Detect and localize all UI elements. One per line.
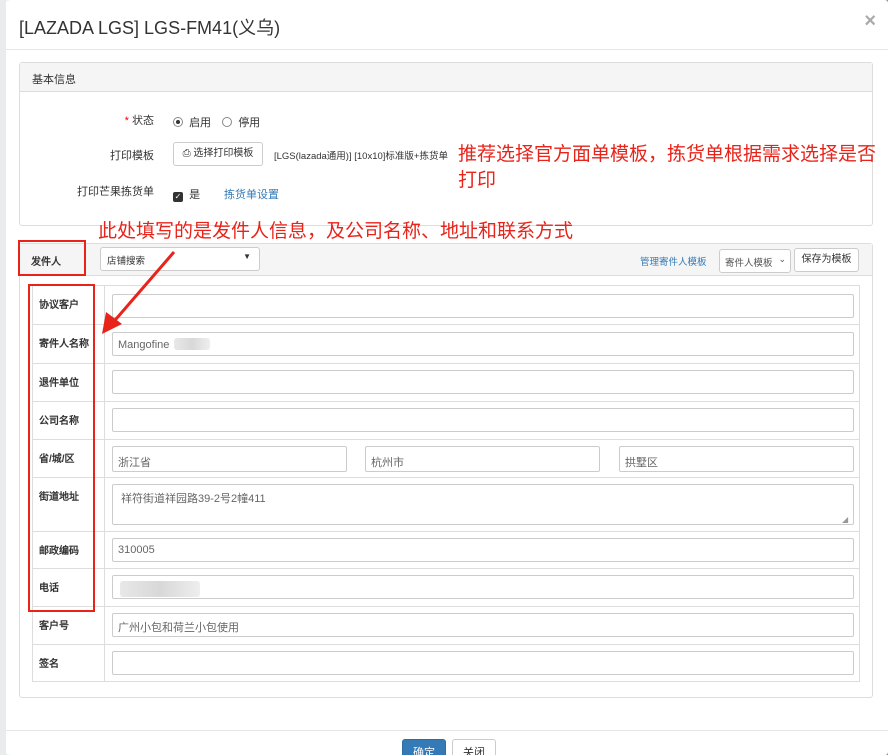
row-region: 省/城/区 浙江省 杭州市 拱墅区	[33, 440, 859, 478]
modal-footer: 确定 关闭	[6, 730, 888, 755]
sender-template-select[interactable]: 寄件人模板 ⌄	[719, 249, 791, 273]
district-input[interactable]: 拱墅区	[619, 446, 854, 472]
annotation-box-labels	[28, 284, 95, 612]
annotation-tip-sender: 此处填写的是发件人信息，及公司名称、地址和联系方式	[98, 220, 574, 242]
print-pick-checkbox[interactable]: ✓	[173, 192, 183, 202]
caret-down-icon: ▼	[243, 252, 251, 261]
sender-template-select-label: 寄件人模板	[725, 258, 773, 269]
signature-label: 签名	[33, 645, 105, 681]
redacted-block-phone	[120, 581, 200, 597]
signature-input[interactable]	[112, 651, 854, 675]
status-radio-group: 启用 停用	[173, 114, 260, 130]
phone-input[interactable]	[112, 575, 854, 599]
province-input[interactable]: 浙江省	[112, 446, 347, 472]
row-customer-no: 客户号 广州小包和荷兰小包使用	[33, 607, 859, 645]
chevron-down-icon: ⌄	[778, 254, 786, 264]
status-on-label: 启用	[189, 117, 212, 129]
close-button[interactable]: 关闭	[452, 739, 496, 755]
template-value: [LGS(lazada通用)] [10x10]标准版+拣货单	[274, 151, 448, 162]
select-template-button[interactable]: ⎙ 选择打印模板	[173, 142, 263, 166]
sender-name-value: Mangofine	[118, 339, 170, 351]
agreement-customer-input[interactable]	[112, 294, 854, 318]
street-textarea[interactable]: 祥符街道祥园路39-2号2幢411	[112, 484, 854, 525]
annotation-box-sender	[18, 240, 86, 276]
sender-name-input[interactable]: Mangofine	[112, 332, 854, 356]
row-street: 街道地址 祥符街道祥园路39-2号2幢411 ◢	[33, 478, 859, 532]
row-phone: 电话	[33, 569, 859, 607]
annotation-tip-template: 推荐选择官方面单模板，拣货单根据需求选择是否打印	[458, 143, 877, 191]
sender-form-grid: 协议客户 寄件人名称 Mangofine 退件单位 公司名称 省/城/区 浙江省…	[32, 285, 860, 682]
return-unit-input[interactable]	[112, 370, 854, 394]
status-off-label: 停用	[238, 117, 261, 129]
pick-settings-link[interactable]: 拣货单设置	[224, 186, 279, 202]
close-icon[interactable]: ×	[864, 10, 876, 33]
city-input[interactable]: 杭州市	[365, 446, 600, 472]
modal-dialog: [LAZADA LGS] LGS-FM41(义乌) × 基本信息 * 状态 启用…	[6, 0, 888, 755]
printer-icon: ⎙	[182, 148, 191, 159]
manage-template-link[interactable]: 管理寄件人模板	[640, 254, 707, 268]
print-pick-checkbox-group: ✓ 是	[173, 186, 200, 202]
status-on-radio[interactable]	[173, 117, 183, 127]
postcode-input[interactable]: 310005	[112, 538, 854, 562]
customer-no-input[interactable]: 广州小包和荷兰小包使用	[112, 613, 854, 637]
panel-heading-basic: 基本信息	[20, 63, 872, 92]
row-return-unit: 退件单位	[33, 364, 859, 402]
modal-header: [LAZADA LGS] LGS-FM41(义乌) ×	[6, 0, 888, 50]
customer-no-label: 客户号	[33, 607, 105, 644]
status-off-radio[interactable]	[222, 117, 233, 127]
required-mark: *	[124, 115, 129, 127]
redacted-block	[174, 338, 211, 350]
resize-handle-icon[interactable]: ◢	[842, 515, 848, 524]
print-pick-yes-label: 是	[189, 189, 201, 201]
company-name-input[interactable]	[112, 408, 854, 432]
select-template-label: 选择打印模板	[193, 148, 254, 159]
row-signature: 签名	[33, 645, 859, 681]
print-pick-label: 打印芒果拣货单	[77, 186, 154, 198]
row-company-name: 公司名称	[33, 402, 859, 440]
save-template-button[interactable]: 保存为模板	[794, 248, 859, 272]
modal-title: [LAZADA LGS] LGS-FM41(义乌)	[19, 18, 281, 38]
confirm-button[interactable]: 确定	[402, 739, 446, 755]
annotation-arrow-icon	[102, 251, 176, 334]
status-label-text: 状态	[132, 115, 154, 127]
print-template-label: 打印模板	[110, 150, 154, 162]
row-postcode: 邮政编码 310005	[33, 532, 859, 569]
status-label: * 状态	[24, 112, 154, 128]
